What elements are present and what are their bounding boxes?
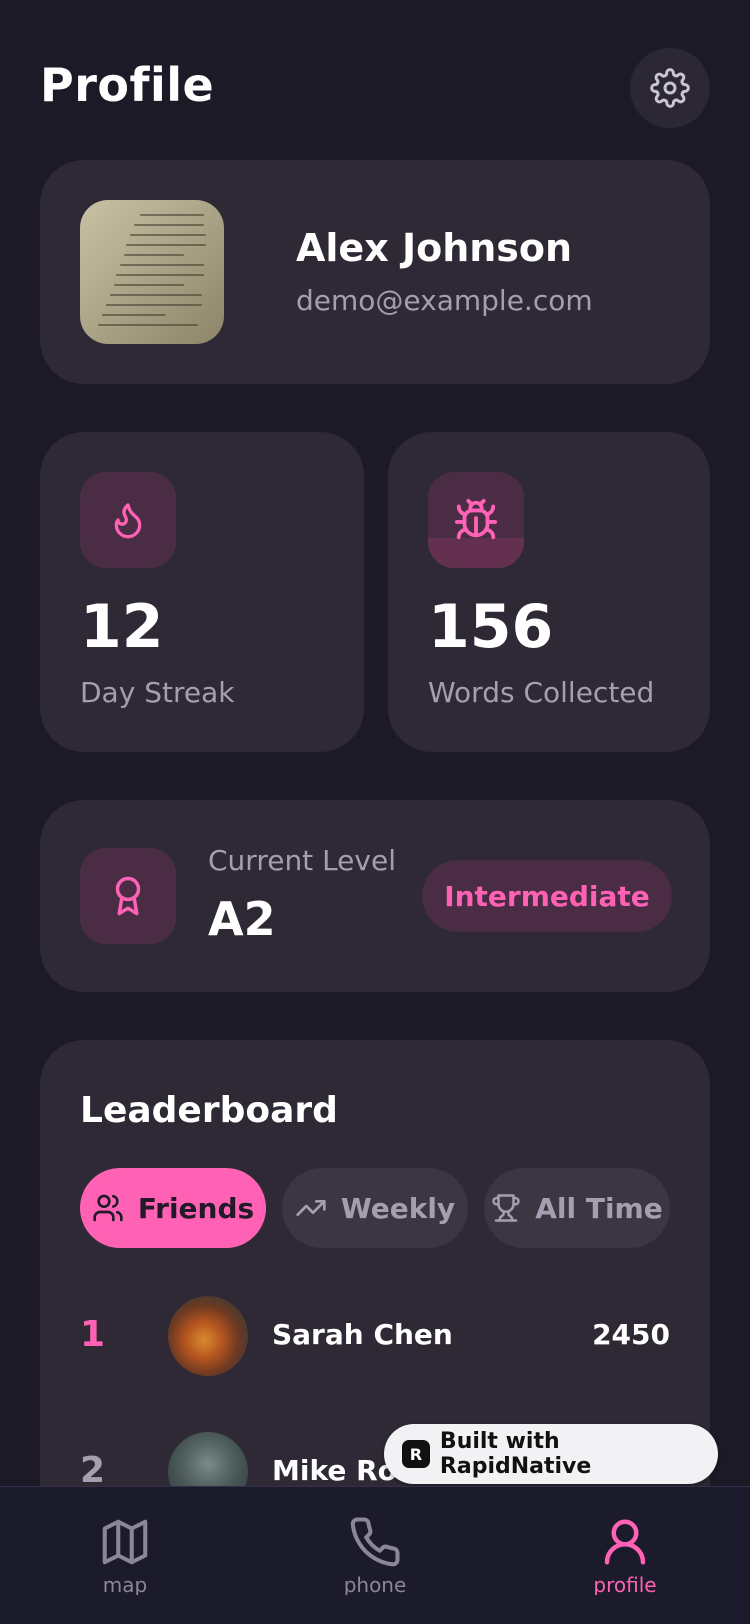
bottom-nav: map phone profile <box>0 1486 750 1624</box>
leaderboard-rank: 2 <box>80 1450 106 1491</box>
bug-icon <box>454 498 498 540</box>
streak-value: 12 <box>80 592 164 662</box>
streak-label: Day Streak <box>80 676 235 709</box>
tab-all-time[interactable]: All Time <box>484 1168 670 1248</box>
built-with-badge[interactable]: R Built with RapidNative <box>384 1424 718 1484</box>
nav-label-profile: profile <box>593 1573 657 1595</box>
level-card: Current Level A2 Intermediate <box>40 800 710 992</box>
streak-card: 12 Day Streak <box>40 432 364 752</box>
words-card: 156 Words Collected <box>388 432 710 752</box>
level-caption: Current Level <box>208 844 396 877</box>
avatar <box>168 1296 248 1376</box>
trophy-icon <box>492 1194 520 1222</box>
streak-icon-tile <box>80 472 176 568</box>
users-icon <box>93 1194 123 1222</box>
words-label: Words Collected <box>428 676 655 709</box>
avatar[interactable] <box>80 200 224 344</box>
map-icon <box>102 1519 148 1565</box>
trending-up-icon <box>296 1200 326 1216</box>
nav-label-map: map <box>102 1573 148 1595</box>
tab-friends[interactable]: Friends <box>80 1168 266 1248</box>
level-value: A2 <box>208 892 276 946</box>
tab-weekly-label: Weekly <box>340 1191 456 1225</box>
phone-icon <box>350 1517 400 1567</box>
tab-all-time-label: All Time <box>535 1191 663 1225</box>
leaderboard-score: 2450 <box>592 1318 670 1351</box>
award-icon <box>115 876 141 916</box>
nav-item-phone[interactable]: phone <box>300 1515 450 1615</box>
profile-name: Alex Johnson <box>296 226 573 270</box>
leaderboard-name: Sarah Chen <box>272 1318 453 1351</box>
user-icon <box>604 1519 646 1565</box>
rapidnative-logo-icon: R <box>402 1440 430 1468</box>
leaderboard-rank: 1 <box>80 1314 106 1355</box>
leaderboard-row[interactable]: 1 Sarah Chen 2450 <box>40 1294 710 1378</box>
profile-screen: Profile Alex Johnson demo@example.com 12… <box>0 0 750 1624</box>
page-title: Profile <box>40 58 215 112</box>
profile-card: Alex Johnson demo@example.com <box>40 160 710 384</box>
profile-email: demo@example.com <box>296 284 593 317</box>
gear-icon <box>650 68 690 108</box>
words-icon-tile <box>428 472 524 568</box>
level-badge: Intermediate <box>422 860 672 932</box>
nav-item-map[interactable]: map <box>50 1515 200 1615</box>
level-icon-tile <box>80 848 176 944</box>
built-with-label: Built with RapidNative <box>439 1429 592 1479</box>
settings-button[interactable] <box>630 48 710 128</box>
tab-weekly[interactable]: Weekly <box>282 1168 468 1248</box>
leaderboard-title: Leaderboard <box>80 1090 338 1131</box>
words-value: 156 <box>428 592 554 662</box>
flame-icon <box>114 503 142 539</box>
nav-label-phone: phone <box>343 1573 407 1595</box>
nav-item-profile[interactable]: profile <box>550 1515 700 1615</box>
tab-friends-label: Friends <box>137 1191 255 1225</box>
